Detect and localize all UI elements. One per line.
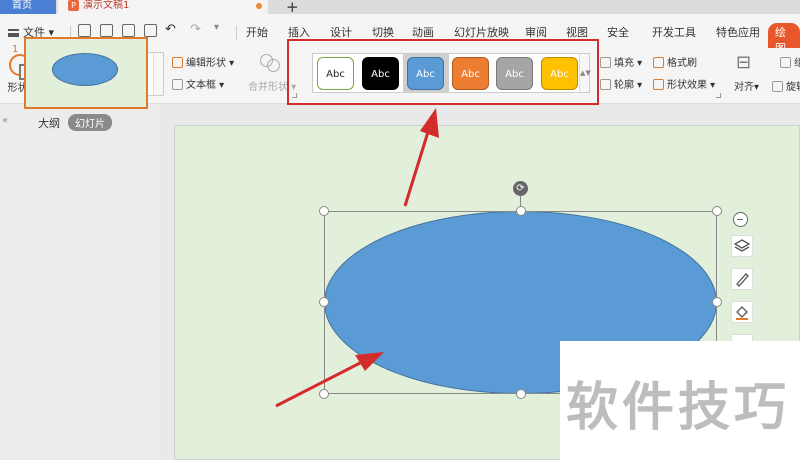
menu-review[interactable]: 审阅: [525, 24, 547, 40]
menu-view[interactable]: 视图: [566, 24, 588, 40]
fill-color-icon[interactable]: [731, 301, 753, 323]
menu-design[interactable]: 设计: [330, 24, 352, 40]
resize-handle-bottom-left[interactable]: [319, 389, 329, 399]
presentation-icon: P: [68, 0, 79, 11]
text-box-label: 文本框: [186, 80, 216, 91]
tab-outline[interactable]: 大纲: [38, 115, 60, 131]
menu-start[interactable]: 开始: [246, 24, 268, 40]
save-icon[interactable]: [78, 24, 91, 37]
resize-handle-right[interactable]: [712, 297, 722, 307]
tab-document[interactable]: P 演示文稿1: [58, 0, 268, 14]
gallery-scrollbar[interactable]: [153, 53, 163, 95]
menu-transition[interactable]: 切换: [372, 24, 394, 40]
more-icon[interactable]: ▾: [214, 22, 219, 33]
merge-shape-label: 合并形状: [248, 82, 288, 93]
outline-icon: [600, 79, 611, 90]
align-label: 对齐: [734, 82, 754, 93]
group-button[interactable]: 组: [780, 54, 800, 69]
slide-navigation-pane: « 大纲 幻灯片: [0, 105, 160, 460]
edit-shape-button[interactable]: 编辑形状 ▾: [172, 54, 234, 69]
redo-icon[interactable]: ↷: [190, 22, 201, 37]
resize-handle-bottom[interactable]: [516, 389, 526, 399]
watermark: 软件技巧: [560, 341, 800, 460]
print-preview-icon[interactable]: [144, 24, 157, 37]
menu-animation[interactable]: 动画: [412, 24, 434, 40]
outline-button[interactable]: 轮廓 ▾: [600, 76, 642, 91]
merge-shape-icon: [260, 54, 282, 74]
group-label: 组: [794, 58, 800, 69]
shape-effects-button[interactable]: 形状效果 ▾: [653, 76, 715, 91]
print-icon[interactable]: [122, 24, 135, 37]
edit-shape-label: 编辑形状: [186, 58, 226, 69]
collapse-pane-icon[interactable]: «: [2, 115, 8, 126]
tab-home[interactable]: 首页: [0, 0, 56, 14]
rotate-label: 旋转: [786, 82, 800, 93]
format-painter-label: 格式刷: [667, 58, 697, 69]
export-pdf-icon[interactable]: [100, 24, 113, 37]
menu-developer-tools[interactable]: 开发工具: [652, 24, 696, 40]
align-button[interactable]: 对齐▾: [734, 78, 759, 93]
align-icon: ⊟: [736, 52, 752, 73]
menu-insert[interactable]: 插入: [288, 24, 310, 40]
rotate-handle-icon[interactable]: ⟳: [513, 181, 528, 196]
group-icon: [780, 57, 791, 68]
pen-icon[interactable]: [731, 268, 753, 290]
text-box-icon: [172, 79, 183, 90]
layers-icon[interactable]: [731, 235, 753, 257]
resize-handle-top-right[interactable]: [712, 206, 722, 216]
watermark-text: 软件技巧: [566, 378, 791, 438]
divider: [236, 26, 237, 40]
rotate-icon: [772, 81, 783, 92]
tab-slides[interactable]: 幻灯片: [68, 114, 112, 131]
outline-label: 轮廓: [614, 80, 634, 91]
menu-security[interactable]: 安全: [607, 24, 629, 40]
rotate-button[interactable]: 旋转: [772, 78, 800, 93]
slide-thumbnail[interactable]: [24, 37, 148, 109]
resize-handle-top[interactable]: [516, 206, 526, 216]
text-box-button[interactable]: 文本框 ▾: [172, 76, 224, 91]
menu-icon: [8, 29, 19, 37]
resize-handle-left[interactable]: [319, 297, 329, 307]
thumbnail-ellipse: [52, 53, 118, 86]
fill-button[interactable]: 填充 ▾: [600, 54, 642, 69]
edit-shape-icon: [172, 57, 183, 68]
slide-number: 1: [12, 44, 19, 55]
document-title: 演示文稿1: [83, 0, 130, 11]
unsaved-dot-icon: [256, 3, 262, 9]
window-tab-bar: 首页 P 演示文稿1 +: [0, 0, 800, 16]
menu-slideshow[interactable]: 幻灯片放映: [454, 24, 509, 40]
group-launcher-icon[interactable]: [716, 93, 721, 98]
undo-icon[interactable]: ↶: [165, 22, 176, 37]
resize-handle-top-left[interactable]: [319, 206, 329, 216]
fill-bucket-icon: [600, 57, 611, 68]
fill-label: 填充: [614, 58, 634, 69]
menu-special-apps[interactable]: 特色应用: [716, 24, 760, 40]
format-painter-icon: [653, 57, 664, 68]
annotation-highlight-box: [287, 39, 599, 105]
shape-effects-icon: [653, 79, 664, 90]
collapse-toolbar-icon[interactable]: [733, 212, 748, 227]
shape-effects-label: 形状效果: [667, 80, 707, 91]
format-painter-button[interactable]: 格式刷: [653, 54, 697, 69]
